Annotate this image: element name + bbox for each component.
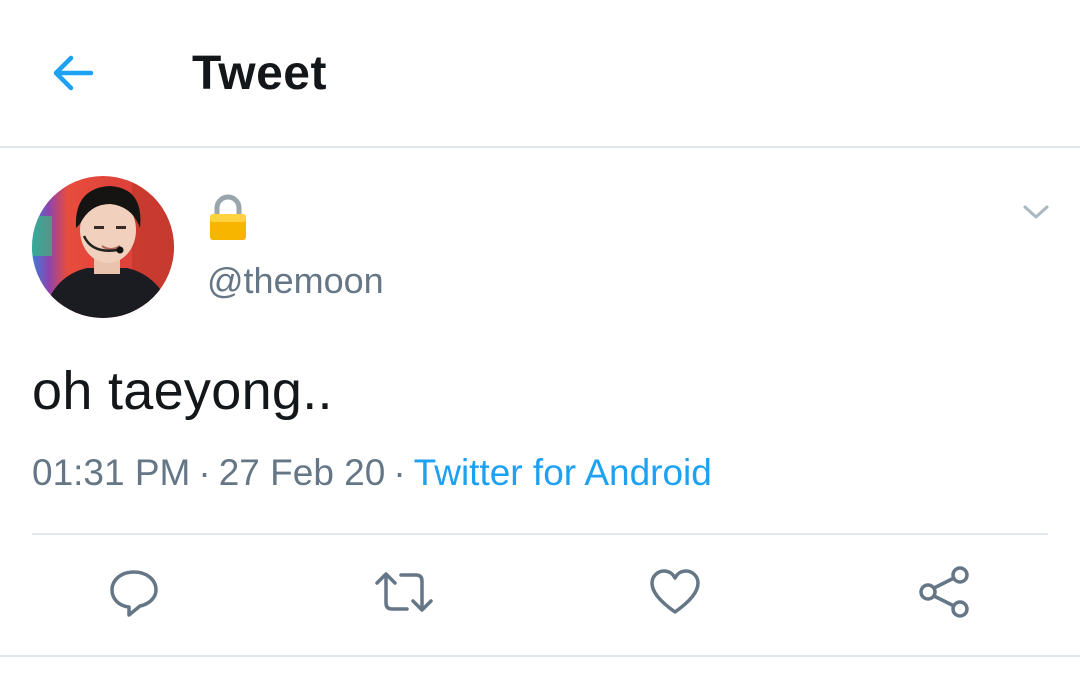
tweet-options-button[interactable] <box>1014 196 1058 232</box>
chevron-down-icon <box>1022 203 1050 226</box>
share-button[interactable] <box>914 565 974 624</box>
tweet-text: oh taeyong.. <box>32 361 333 421</box>
reply-button[interactable] <box>104 566 164 622</box>
lock-icon <box>207 194 249 242</box>
back-button[interactable] <box>46 50 100 100</box>
tweet-detail-screen: Tweet @themoon oh taeyong.. 01:31 PM · 2… <box>0 0 1080 673</box>
avatar[interactable] <box>32 176 174 318</box>
share-icon <box>916 565 972 624</box>
tweet-source-link[interactable]: Twitter for Android <box>414 452 712 493</box>
reply-icon <box>107 566 161 623</box>
meta-separator: · <box>393 452 406 493</box>
user-handle[interactable]: @themoon <box>207 260 384 302</box>
divider <box>32 533 1048 535</box>
divider <box>0 655 1080 657</box>
top-app-bar: Tweet <box>0 0 1080 148</box>
tweet-meta: 01:31 PM · 27 Feb 20 · Twitter for Android <box>32 452 712 494</box>
tweet-date: 27 Feb 20 <box>218 452 386 493</box>
heart-icon <box>648 567 702 622</box>
retweet-button[interactable] <box>374 566 434 622</box>
like-button[interactable] <box>645 566 705 622</box>
retweet-icon <box>374 569 434 620</box>
arrow-left-icon <box>51 53 95 98</box>
page-title: Tweet <box>192 47 327 100</box>
tweet-time: 01:31 PM <box>32 452 191 493</box>
meta-separator: · <box>198 452 211 493</box>
